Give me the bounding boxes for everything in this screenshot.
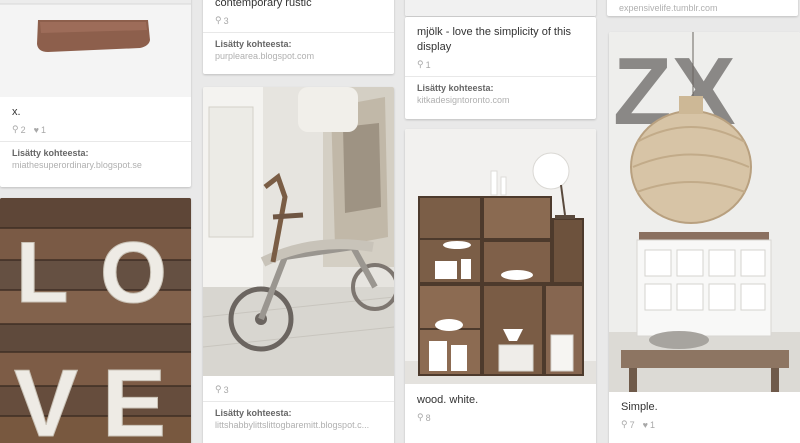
like-count-value: 1 (649, 419, 655, 430)
pin-stats: ⚲ 7 ♥ 1 (609, 419, 800, 436)
pin-image[interactable] (0, 0, 191, 97)
pin-icon: ⚲ (417, 59, 424, 69)
letter-o: O (100, 225, 167, 321)
pin-card[interactable]: ZX Simple. ⚲ 7 ♥ 1 (609, 32, 800, 443)
like-count[interactable]: ♥ 1 (643, 420, 655, 430)
repin-count-value: 7 (629, 419, 635, 430)
like-count-value: 1 (40, 124, 46, 135)
repin-count[interactable]: ⚲ 1 (417, 59, 431, 70)
pin-source[interactable]: Lisätty kohteesta: littshabbylittslittog… (203, 401, 394, 436)
pin-card[interactable] (405, 0, 596, 16)
letter-v: V (14, 350, 78, 443)
pin-image[interactable] (203, 87, 394, 376)
like-count[interactable]: ♥ 1 (34, 125, 46, 135)
repin-count[interactable]: ⚲ 2 (12, 124, 26, 135)
source-label: Lisätty kohteesta: (215, 39, 292, 49)
pin-icon: ⚲ (621, 419, 628, 429)
pin-icon: ⚲ (12, 124, 19, 134)
bamboo-lamp-photo: ZX (609, 32, 800, 392)
pin-card[interactable]: wood. white. ⚲ 8 (405, 129, 596, 443)
pin-source[interactable]: Lisätty kohteesta: miathesuperordinary.b… (0, 141, 191, 176)
repin-count-value: 8 (425, 412, 431, 423)
heart-icon: ♥ (33, 124, 39, 135)
repin-count-value: 3 (223, 384, 229, 395)
pin-image[interactable] (405, 129, 596, 384)
tricycle-photo (203, 87, 394, 376)
pin-stats: ⚲ 3 (203, 376, 394, 401)
pin-description: x. (12, 106, 21, 118)
pin-card[interactable]: ⚲ 3 Lisätty kohteesta: littshabbylittslit… (203, 87, 394, 443)
pin-stats: ⚲ 3 (203, 15, 394, 32)
pin-card[interactable]: expensivelife.tumblr.com (607, 0, 798, 16)
pin-icon: ⚲ (417, 412, 424, 422)
pin-image[interactable]: ZX (609, 32, 800, 392)
pin-stats: ⚲ 2 ♥ 1 (0, 124, 191, 141)
pin-description: wood. white. (417, 394, 479, 406)
repin-count-value: 3 (223, 15, 229, 26)
pin-image[interactable]: L O V E (0, 198, 191, 443)
pin-stats: ⚲ 1 (405, 59, 596, 76)
source-url[interactable]: kitkadesigntoronto.com (417, 95, 586, 105)
letter-l: L (16, 225, 69, 321)
repin-count[interactable]: ⚲ 8 (417, 412, 431, 423)
pin-description: mjölk - love the simplicity of this disp… (417, 26, 572, 53)
source-label: Lisätty kohteesta: (215, 408, 292, 418)
source-label: Lisätty kohteesta: (12, 148, 89, 158)
pin-card[interactable]: contemporary rustic ⚲ 3 Lisätty kohteesta… (203, 0, 394, 74)
repin-count-value: 2 (20, 124, 26, 135)
letter-e: E (102, 350, 166, 443)
pin-description: Simple. (621, 401, 658, 413)
love-letters-photo: L O V E (0, 198, 191, 443)
pin-stats: ⚲ 8 (405, 412, 596, 429)
pin-card[interactable]: mjölk - love the simplicity of this disp… (405, 17, 596, 119)
pin-card[interactable]: L O V E (0, 198, 191, 443)
source-label: Lisätty kohteesta: (417, 83, 494, 93)
source-url[interactable]: littshabbylittslittogbaremitt.blogspot.c… (215, 420, 384, 430)
pin-icon: ⚲ (215, 384, 222, 394)
drawer-handle-photo (0, 0, 191, 97)
pin-source[interactable]: Lisätty kohteesta: purplearea.blogspot.c… (203, 32, 394, 67)
repin-count[interactable]: ⚲ 3 (215, 15, 229, 26)
pin-card[interactable]: x. ⚲ 2 ♥ 1 Lisätty kohteesta: miathesupero… (0, 0, 191, 187)
pin-icon: ⚲ (215, 15, 222, 25)
repin-count[interactable]: ⚲ 7 (621, 419, 635, 430)
pin-source[interactable]: Lisätty kohteesta: kitkadesigntoronto.co… (405, 76, 596, 111)
pin-image[interactable] (405, 0, 596, 16)
source-url[interactable]: expensivelife.tumblr.com (607, 0, 798, 13)
repin-count-value: 1 (425, 59, 431, 70)
heart-icon: ♥ (642, 419, 648, 430)
repin-count[interactable]: ⚲ 3 (215, 384, 229, 395)
pin-description: contemporary rustic (215, 0, 312, 9)
wood-crates-photo (405, 129, 596, 384)
source-url[interactable]: purplearea.blogspot.com (215, 51, 384, 61)
source-url[interactable]: miathesuperordinary.blogspot.se (12, 160, 181, 170)
